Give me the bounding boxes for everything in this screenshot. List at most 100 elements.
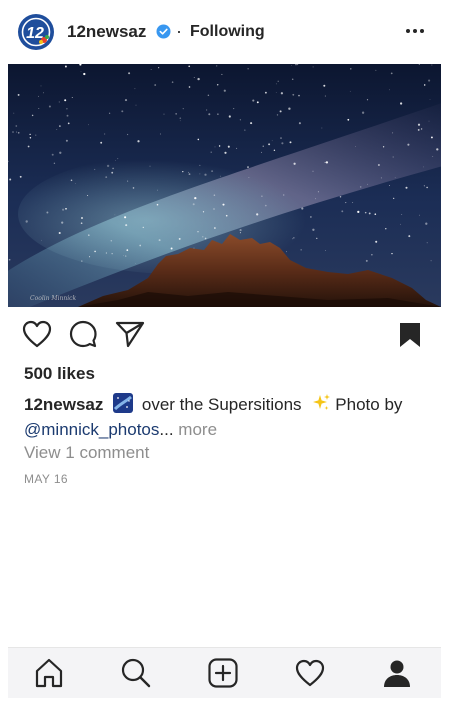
star (315, 198, 317, 200)
star (365, 259, 368, 262)
star (142, 226, 145, 229)
star (178, 237, 181, 240)
star (125, 224, 128, 227)
star (70, 179, 73, 182)
caption-ellipsis: ... (159, 420, 174, 439)
star (65, 207, 67, 210)
star (132, 187, 135, 189)
activity-heart-icon[interactable] (293, 656, 327, 690)
more-options-icon[interactable] (402, 18, 428, 44)
star (323, 84, 326, 87)
star (208, 113, 211, 116)
star (374, 213, 377, 216)
following-button[interactable]: Following (190, 23, 265, 41)
star (59, 151, 62, 154)
star (275, 83, 277, 85)
star (51, 153, 54, 156)
star (150, 69, 152, 70)
star (297, 64, 299, 66)
star (171, 81, 174, 83)
add-post-icon[interactable] (206, 656, 240, 690)
star (390, 72, 393, 75)
caption-username[interactable]: 12newsaz (24, 395, 103, 414)
caption-more-link[interactable]: more (178, 420, 217, 439)
star (430, 260, 432, 262)
star (204, 237, 207, 240)
bookmark-icon[interactable] (399, 322, 421, 353)
account-username[interactable]: 12newsaz (67, 22, 146, 42)
star (74, 183, 76, 184)
star (325, 161, 329, 164)
star (25, 220, 28, 223)
caption-mention-link[interactable]: @minnick_photos (24, 420, 159, 439)
star (250, 122, 253, 125)
star (187, 171, 190, 173)
star (359, 186, 362, 188)
star (432, 156, 434, 157)
comment-icon[interactable] (69, 320, 97, 353)
search-icon[interactable] (119, 656, 153, 690)
star (281, 142, 284, 145)
caption-text-part2: Photo by (335, 395, 403, 414)
star (38, 95, 39, 97)
profile-icon[interactable] (380, 656, 414, 690)
star (197, 138, 200, 141)
star (124, 99, 128, 102)
star (19, 175, 22, 178)
star (188, 65, 191, 68)
star (158, 239, 161, 242)
star (199, 164, 201, 166)
paper-plane-icon[interactable] (115, 320, 145, 353)
star (347, 118, 350, 121)
star (219, 175, 221, 177)
star (317, 191, 319, 193)
home-icon[interactable] (32, 656, 66, 690)
star (236, 147, 238, 149)
star (117, 158, 119, 160)
star (106, 164, 110, 168)
star (339, 195, 342, 198)
star (179, 117, 182, 120)
star (298, 94, 300, 97)
heart-icon[interactable] (22, 320, 52, 353)
star (62, 208, 65, 211)
star (213, 194, 216, 196)
account-avatar[interactable]: 12 (18, 14, 54, 50)
star (175, 113, 177, 115)
star (206, 109, 208, 111)
star (31, 114, 34, 117)
star (364, 211, 367, 214)
star (247, 166, 249, 169)
star (436, 148, 439, 151)
star (157, 189, 158, 191)
post-image[interactable]: Coolin Minnick (8, 64, 441, 307)
star (262, 145, 264, 147)
star (227, 145, 230, 148)
star (388, 185, 390, 186)
star (394, 177, 396, 179)
star (66, 114, 69, 117)
star (89, 256, 91, 258)
star (135, 104, 137, 106)
star (17, 93, 20, 96)
star (393, 197, 395, 200)
star (46, 211, 49, 214)
star (104, 133, 106, 135)
star (29, 137, 32, 139)
view-comments-link[interactable]: View 1 comment (24, 443, 149, 463)
star (293, 237, 295, 239)
star (88, 124, 90, 126)
star (292, 93, 295, 96)
star (277, 80, 279, 82)
star (202, 211, 205, 213)
star (202, 236, 204, 238)
star (123, 254, 124, 256)
star (286, 251, 287, 253)
star (293, 162, 296, 165)
star (56, 129, 58, 130)
post-header: 12 12newsaz · Following (0, 0, 450, 64)
star (158, 67, 160, 69)
like-count[interactable]: 500 likes (24, 364, 95, 384)
star (423, 84, 426, 86)
star (273, 149, 276, 152)
